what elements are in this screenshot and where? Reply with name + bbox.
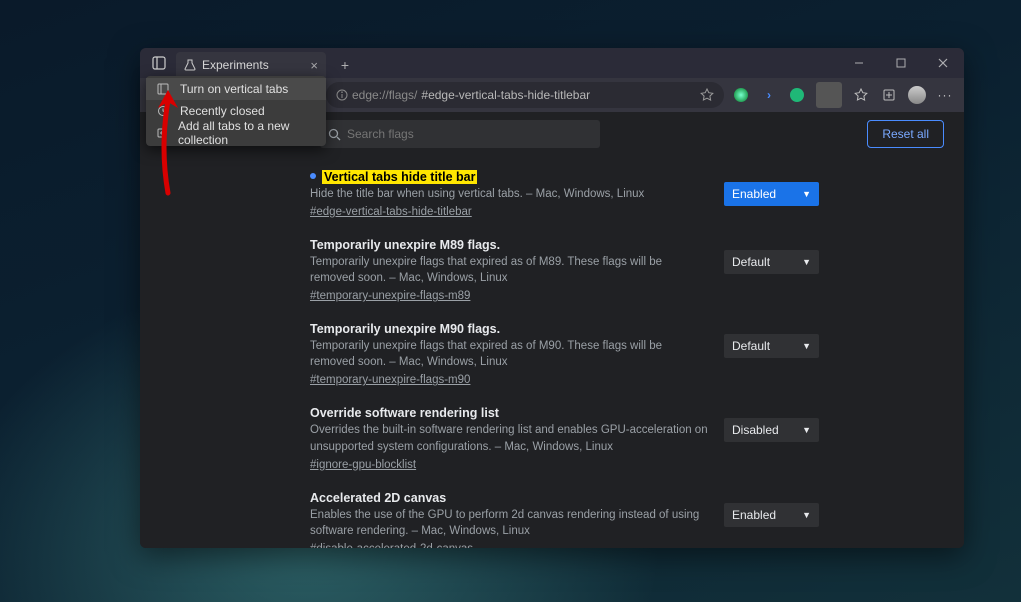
search-field[interactable] <box>347 127 592 141</box>
flag-title: Vertical tabs hide title bar <box>322 170 477 184</box>
info-icon <box>336 89 348 101</box>
vertical-tabs-button[interactable] <box>144 51 174 75</box>
titlebar: Experiments × + <box>140 48 964 78</box>
flag-anchor-link[interactable]: #temporary-unexpire-flags-m90 <box>310 374 470 386</box>
flag-select[interactable]: Default▼ <box>724 334 819 358</box>
menu-item-label: Turn on vertical tabs <box>180 82 288 96</box>
flag-select[interactable]: Enabled▼ <box>724 503 819 527</box>
flag-anchor-link[interactable]: #disable-accelerated-2d-canvas <box>310 543 473 548</box>
menu-item-label: Add all tabs to a new collection <box>178 119 316 147</box>
flag-description: Enables the use of the GPU to perform 2d… <box>310 507 708 539</box>
flag-row: Temporarily unexpire M90 flags. Temporar… <box>310 312 819 396</box>
flag-row: Accelerated 2D canvas Enables the use of… <box>310 481 819 548</box>
url-prefix: edge://flags/ <box>352 88 417 102</box>
more-menu-icon[interactable]: ··· <box>932 82 958 108</box>
extension-icon-2[interactable] <box>784 82 810 108</box>
toolbar-divider <box>816 82 842 108</box>
chevron-down-icon: ▼ <box>802 425 811 435</box>
favorite-star-icon[interactable] <box>700 88 714 102</box>
menu-turn-on-vertical-tabs[interactable]: Turn on vertical tabs <box>146 78 326 100</box>
favorites-icon[interactable] <box>848 82 874 108</box>
page-content: Reset all Vertical tabs hide title bar H… <box>140 112 964 548</box>
flag-description: Hide the title bar when using vertical t… <box>310 186 708 202</box>
flag-anchor-link[interactable]: #edge-vertical-tabs-hide-titlebar <box>310 206 472 218</box>
history-icon <box>156 105 170 117</box>
address-bar[interactable]: edge://flags/ #edge-vertical-tabs-hide-ti… <box>326 82 724 108</box>
tab-close-icon[interactable]: × <box>310 58 318 73</box>
menu-item-label: Recently closed <box>180 104 265 118</box>
tab-title: Experiments <box>202 58 269 72</box>
flag-row: Override software rendering list Overrid… <box>310 396 819 480</box>
flag-description: Overrides the built-in software renderin… <box>310 422 708 454</box>
flag-select[interactable]: Default▼ <box>724 250 819 274</box>
flask-icon <box>184 59 196 71</box>
flag-row: Temporarily unexpire M89 flags. Temporar… <box>310 228 819 312</box>
flag-row: Vertical tabs hide title bar Hide the ti… <box>310 160 819 228</box>
chevron-down-icon: ▼ <box>802 510 811 520</box>
chevron-down-icon: ▼ <box>802 189 811 199</box>
flag-title: Temporarily unexpire M90 flags. <box>310 322 708 336</box>
window-minimize-button[interactable] <box>838 48 880 78</box>
search-icon <box>328 128 341 141</box>
url-hash: #edge-vertical-tabs-hide-titlebar <box>421 88 590 102</box>
chevron-down-icon: ▼ <box>802 257 811 267</box>
flag-description: Temporarily unexpire flags that expired … <box>310 254 708 286</box>
flag-title: Temporarily unexpire M89 flags. <box>310 238 708 252</box>
flag-modified-dot <box>310 173 316 179</box>
flag-select[interactable]: Disabled▼ <box>724 418 819 442</box>
profile-avatar[interactable] <box>904 82 930 108</box>
flag-description: Temporarily unexpire flags that expired … <box>310 338 708 370</box>
reset-all-button[interactable]: Reset all <box>867 120 944 148</box>
flag-anchor-link[interactable]: #ignore-gpu-blocklist <box>310 459 416 471</box>
new-tab-button[interactable]: + <box>330 52 360 78</box>
collections-icon[interactable] <box>876 82 902 108</box>
window-maximize-button[interactable] <box>880 48 922 78</box>
collection-icon <box>156 127 168 139</box>
forward-icon[interactable]: › <box>756 82 782 108</box>
flag-title: Accelerated 2D canvas <box>310 491 708 505</box>
extension-icon[interactable] <box>728 82 754 108</box>
search-flags-input[interactable] <box>320 120 600 148</box>
tab-actions-menu: Turn on vertical tabs Recently closed Ad… <box>146 76 326 146</box>
browser-tab[interactable]: Experiments × <box>176 52 326 78</box>
flags-list: Vertical tabs hide title bar Hide the ti… <box>140 156 964 548</box>
vertical-tabs-icon <box>156 83 170 95</box>
chevron-down-icon: ▼ <box>802 341 811 351</box>
flag-title: Override software rendering list <box>310 406 708 420</box>
menu-add-to-collection[interactable]: Add all tabs to a new collection <box>146 122 326 144</box>
window-close-button[interactable] <box>922 48 964 78</box>
flag-select[interactable]: Enabled▼ <box>724 182 819 206</box>
flag-anchor-link[interactable]: #temporary-unexpire-flags-m89 <box>310 290 470 302</box>
